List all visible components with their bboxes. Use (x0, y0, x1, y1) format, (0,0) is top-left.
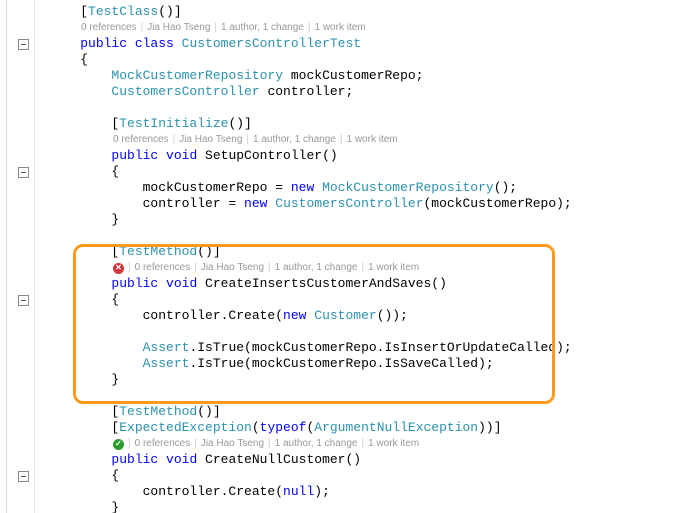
codelens-author[interactable]: Jia Hao Tseng (147, 20, 210, 36)
method-decl: public void SetupController() (49, 148, 698, 164)
brace: { (49, 292, 698, 308)
codelens: 0 references| Jia Hao Tseng| 1 author, 1… (49, 20, 698, 36)
brace: { (49, 468, 698, 484)
gutter-band (6, 0, 7, 513)
codelens-author[interactable]: Jia Hao Tseng (201, 260, 264, 276)
codelens-author[interactable]: Jia Hao Tseng (179, 132, 242, 148)
fold-toggle-setup[interactable] (18, 167, 29, 178)
codelens-author[interactable]: Jia Hao Tseng (201, 436, 264, 452)
method-decl: public void CreateInsertsCustomerAndSave… (49, 276, 698, 292)
stmt: controller.Create(null); (49, 484, 698, 500)
blank (49, 228, 698, 244)
blank (49, 324, 698, 340)
codelens: 0 references| Jia Hao Tseng| 1 author, 1… (49, 132, 698, 148)
codelens-changes[interactable]: 1 author, 1 change (253, 132, 336, 148)
fold-toggle-null[interactable] (18, 471, 29, 482)
pass-icon[interactable]: ✓ (113, 439, 124, 450)
gutter (0, 0, 35, 513)
blank (49, 100, 698, 116)
codelens: ✕ | 0 references| Jia Hao Tseng| 1 autho… (49, 260, 698, 276)
stmt: controller.Create(new Customer()); (49, 308, 698, 324)
brace: { (49, 52, 698, 68)
attribute: [TestMethod()] (49, 404, 698, 420)
brace: } (49, 372, 698, 388)
brace: { (49, 164, 698, 180)
brace: } (49, 500, 698, 513)
codelens-refs[interactable]: 0 references (113, 132, 169, 148)
attribute: [TestMethod()] (49, 244, 698, 260)
fold-toggle-create[interactable] (18, 295, 29, 306)
codelens-workitem[interactable]: 1 work item (346, 132, 397, 148)
stmt: Assert.IsTrue(mockCustomerRepo.IsSaveCal… (49, 356, 698, 372)
codelens-refs[interactable]: 0 references (135, 260, 191, 276)
stmt: Assert.IsTrue(mockCustomerRepo.IsInsertO… (49, 340, 698, 356)
fold-toggle-class[interactable] (18, 39, 29, 50)
attribute: [ExpectedException(typeof(ArgumentNullEx… (49, 420, 698, 436)
attribute: [TestClass()] (49, 4, 698, 20)
stmt: controller = new CustomersController(moc… (49, 196, 698, 212)
codelens-refs[interactable]: 0 references (135, 436, 191, 452)
field: CustomersController controller; (49, 84, 698, 100)
codelens-changes[interactable]: 1 author, 1 change (275, 436, 358, 452)
fail-icon[interactable]: ✕ (113, 263, 124, 274)
codelens: ✓ | 0 references| Jia Hao Tseng| 1 autho… (49, 436, 698, 452)
brace: } (49, 212, 698, 228)
class-decl: public class CustomersControllerTest (49, 36, 698, 52)
codelens-workitem[interactable]: 1 work item (368, 436, 419, 452)
codelens-refs[interactable]: 0 references (81, 20, 137, 36)
stmt: mockCustomerRepo = new MockCustomerRepos… (49, 180, 698, 196)
codelens-changes[interactable]: 1 author, 1 change (275, 260, 358, 276)
attribute: [TestInitialize()] (49, 116, 698, 132)
code-editor: [TestClass()] 0 references| Jia Hao Tsen… (0, 0, 698, 513)
code-area[interactable]: [TestClass()] 0 references| Jia Hao Tsen… (35, 0, 698, 513)
codelens-workitem[interactable]: 1 work item (368, 260, 419, 276)
blank (49, 388, 698, 404)
method-decl: public void CreateNullCustomer() (49, 452, 698, 468)
field: MockCustomerRepository mockCustomerRepo; (49, 68, 698, 84)
codelens-changes[interactable]: 1 author, 1 change (221, 20, 304, 36)
codelens-workitem[interactable]: 1 work item (314, 20, 365, 36)
